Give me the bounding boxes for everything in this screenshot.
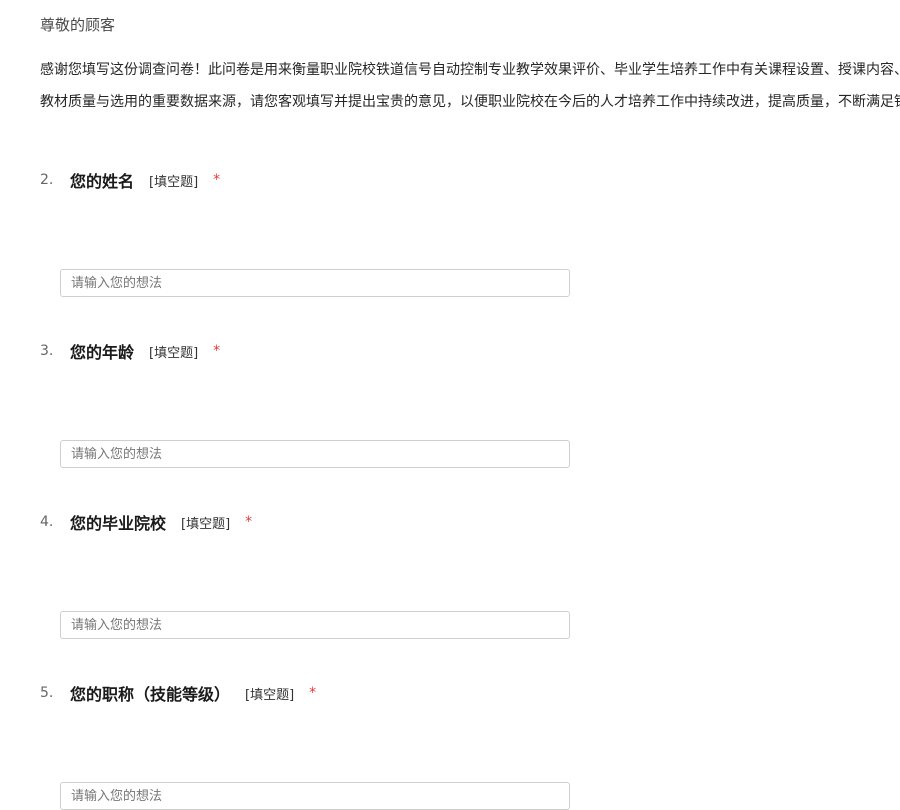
question-number: 2. [40, 172, 54, 188]
question-name: 2. 您的姓名 [填空题] * [40, 168, 900, 192]
question-header: 3. 您的年龄 [填空题] * [40, 339, 900, 363]
age-input[interactable] [60, 440, 570, 468]
school-input[interactable] [60, 611, 570, 639]
question-school: 4. 您的毕业院校 [填空题] * [40, 510, 900, 534]
question-title: 您的职称（技能等级） [70, 685, 231, 704]
question-header: 5. 您的职称（技能等级） [填空题] * [40, 681, 900, 705]
question-title-level: 5. 您的职称（技能等级） [填空题] * [40, 681, 900, 705]
question-type-badge: [填空题] [181, 516, 231, 532]
question-title: 您的年龄 [70, 343, 135, 362]
intro-line: 感谢您填写这份调查问卷！此问卷是用来衡量职业院校铁道信号自动控制专业教学效果评价… [40, 62, 900, 78]
question-number: 3. [40, 343, 54, 359]
question-title: 您的毕业院校 [70, 514, 167, 533]
question-type-badge: [填空题] [149, 345, 199, 361]
required-asterisk: * [245, 514, 253, 530]
required-asterisk: * [213, 343, 221, 359]
question-header: 4. 您的毕业院校 [填空题] * [40, 510, 900, 534]
question-age: 3. 您的年龄 [填空题] * [40, 339, 900, 363]
intro-paragraph: 感谢您填写这份调查问卷！此问卷是用来衡量职业院校铁道信号自动控制专业教学效果评价… [40, 54, 900, 118]
question-type-badge: [填空题] [149, 174, 199, 190]
required-asterisk: * [309, 685, 317, 701]
question-number: 5. [40, 685, 54, 701]
question-header: 2. 您的姓名 [填空题] * [40, 168, 900, 192]
name-input[interactable] [60, 269, 570, 297]
question-title: 您的姓名 [70, 172, 135, 191]
question-type-badge: [填空题] [245, 687, 295, 703]
intro-line: 教材质量与选用的重要数据来源，请您客观填写并提出宝贵的意见，以便职业院校在今后的… [40, 94, 900, 110]
greeting-text: 尊敬的顾客 [40, 16, 116, 34]
professional-title-input[interactable] [60, 782, 570, 810]
required-asterisk: * [213, 172, 221, 188]
question-number: 4. [40, 514, 54, 530]
